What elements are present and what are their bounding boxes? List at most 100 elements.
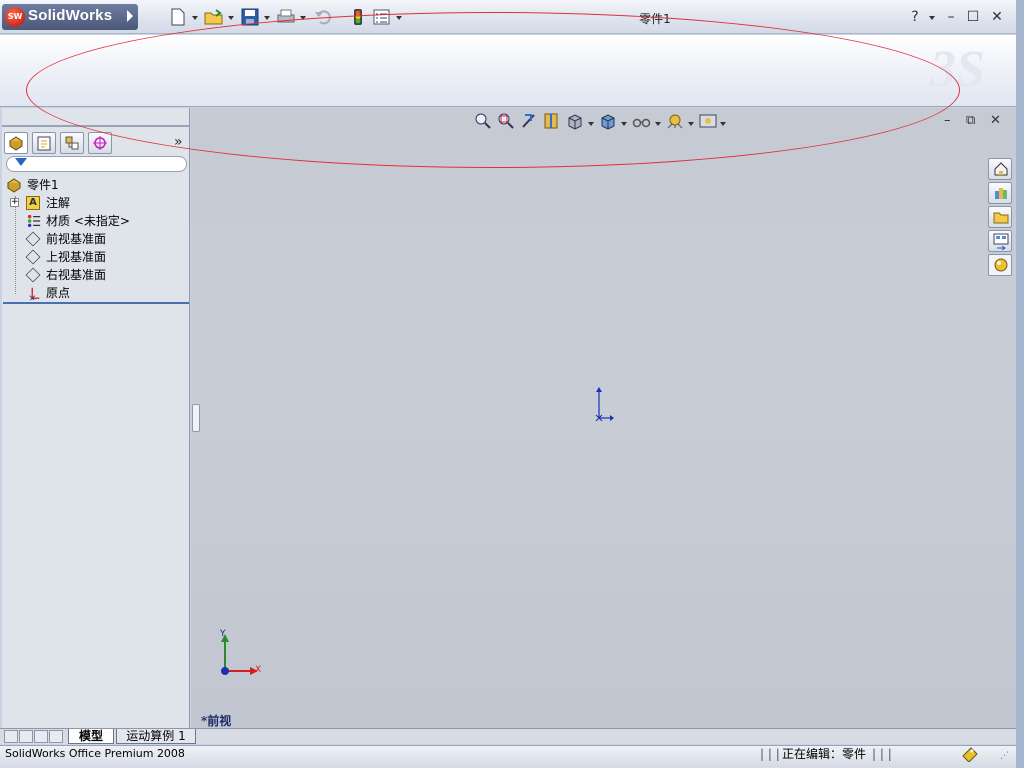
- tree-item-label: 上视基准面: [46, 250, 107, 264]
- tab-configurationmanager[interactable]: [60, 132, 84, 154]
- solidworks-resources-icon: [994, 162, 1008, 176]
- manager-tabs: »: [4, 132, 188, 154]
- undo-icon[interactable]: [314, 8, 332, 26]
- tree-item-front-plane[interactable]: 前视基准面: [0, 230, 188, 248]
- open-folder-icon[interactable]: [204, 8, 224, 26]
- task-tab-file-explorer[interactable]: [988, 206, 1012, 228]
- file-explorer-icon: [993, 212, 1009, 224]
- app-name: SolidWorks: [28, 7, 113, 24]
- edit-appearance-dropdown-icon[interactable]: [688, 122, 694, 126]
- apply-scene-icon[interactable]: [698, 112, 718, 130]
- expand-toggle-icon[interactable]: +: [10, 198, 19, 207]
- new-document-icon[interactable]: [170, 8, 186, 26]
- options-dropdown-arrow-icon[interactable]: [396, 16, 402, 20]
- doc-minimize-button[interactable]: –: [944, 113, 958, 129]
- command-manager: [0, 35, 1016, 107]
- display-style-icon[interactable]: [599, 112, 617, 130]
- view-orientation-icon[interactable]: [566, 112, 584, 130]
- status-product: SolidWorks Office Premium 2008: [5, 747, 185, 760]
- quick-tips-icon[interactable]: [961, 746, 979, 762]
- tab-propertymanager[interactable]: [32, 132, 56, 154]
- tree-item-right-plane[interactable]: 右视基准面: [0, 266, 188, 284]
- origin-marker-icon: [595, 387, 614, 422]
- tab-motion-study[interactable]: 运动算例 1: [116, 729, 196, 744]
- tab-featuremanager[interactable]: [4, 132, 28, 154]
- design-library-icon: [995, 188, 1007, 199]
- task-tab-view-palette[interactable]: [988, 230, 1012, 252]
- hide-show-items-icon[interactable]: [632, 112, 652, 130]
- triad-x-label: X: [255, 665, 262, 675]
- options-icon[interactable]: [373, 8, 391, 26]
- tree-item-material[interactable]: 材质 <未指定>: [0, 212, 188, 230]
- minimize-button[interactable]: –: [942, 8, 960, 26]
- appearances-icon: [994, 258, 1008, 272]
- task-tab-design-library[interactable]: [988, 182, 1012, 204]
- zoom-to-area-icon[interactable]: [497, 112, 515, 130]
- open-dropdown-arrow-icon[interactable]: [228, 16, 234, 20]
- close-button[interactable]: ✕: [988, 8, 1006, 26]
- doc-restore-button[interactable]: ⧉: [966, 113, 982, 129]
- resize-grip-icon[interactable]: ⋰: [1000, 750, 1012, 762]
- status-separator: | | |: [760, 747, 780, 761]
- tree-item-label: 前视基准面: [46, 232, 107, 246]
- configurationmanager-icon: [65, 136, 79, 150]
- tree-root[interactable]: 零件1: [0, 176, 188, 194]
- tree-item-label: 原点: [46, 286, 71, 300]
- panel-collapse-handle[interactable]: [192, 404, 200, 432]
- tab-model[interactable]: 模型: [68, 729, 114, 744]
- print-dropdown-arrow-icon[interactable]: [300, 16, 306, 20]
- new-dropdown-arrow-icon[interactable]: [192, 16, 198, 20]
- save-icon[interactable]: [241, 8, 259, 26]
- help-dropdown-arrow-icon[interactable]: [929, 16, 935, 20]
- filter-icon: [15, 158, 27, 166]
- view-name-label: *前视: [201, 714, 232, 728]
- tree-item-annotations[interactable]: + A 注解: [0, 194, 188, 212]
- tree-item-top-plane[interactable]: 上视基准面: [0, 248, 188, 266]
- zoom-to-fit-icon[interactable]: [474, 112, 492, 130]
- print-icon[interactable]: [276, 8, 296, 26]
- hide-show-dropdown-icon[interactable]: [655, 122, 661, 126]
- propertymanager-icon: [37, 136, 51, 151]
- tree-item-label: 材质 <未指定>: [46, 214, 130, 228]
- solidworks-logo-icon: SW: [5, 7, 25, 27]
- triad-y-label: Y: [220, 629, 226, 639]
- apply-scene-dropdown-icon[interactable]: [720, 122, 726, 126]
- annotations-icon: A: [26, 196, 40, 210]
- window-edge: [1016, 0, 1024, 768]
- dassault-logo-icon: 3S: [930, 41, 985, 98]
- plane-icon: [25, 249, 41, 265]
- doc-close-button[interactable]: ✕: [990, 113, 1006, 129]
- previous-view-icon[interactable]: [520, 112, 538, 130]
- task-tab-appearances[interactable]: [988, 254, 1012, 276]
- rollback-bar[interactable]: [3, 302, 189, 304]
- feature-filter-input[interactable]: [6, 156, 187, 172]
- tab-first-button[interactable]: [4, 730, 18, 743]
- rebuild-icon[interactable]: [352, 8, 364, 26]
- dimxpert-icon: [93, 136, 107, 150]
- edit-appearance-icon[interactable]: [665, 112, 685, 130]
- tree-root-label: 零件1: [27, 178, 59, 192]
- status-separator: | | |: [872, 747, 892, 761]
- title-bar: [0, 0, 1016, 34]
- plane-icon: [25, 231, 41, 247]
- tree-item-label: 右视基准面: [46, 268, 107, 282]
- part-icon: [7, 178, 21, 193]
- panel-expand-button[interactable]: »: [174, 134, 183, 150]
- tab-next-button[interactable]: [34, 730, 48, 743]
- save-dropdown-arrow-icon[interactable]: [264, 16, 270, 20]
- tab-dimxpert[interactable]: [88, 132, 112, 154]
- display-style-dropdown-icon[interactable]: [621, 122, 627, 126]
- tree-item-label: 注解: [46, 196, 71, 210]
- material-icon: [27, 214, 41, 228]
- help-button[interactable]: ?: [906, 8, 924, 26]
- view-orientation-dropdown-icon[interactable]: [588, 122, 594, 126]
- tree-item-origin[interactable]: 原点: [0, 284, 188, 302]
- task-tab-resources[interactable]: [988, 158, 1012, 180]
- section-view-icon[interactable]: [543, 112, 559, 130]
- menu-flyout-arrow-icon[interactable]: [127, 10, 133, 22]
- maximize-button[interactable]: ☐: [964, 8, 982, 26]
- tab-last-button[interactable]: [49, 730, 63, 743]
- view-palette-icon: [993, 233, 1009, 251]
- tab-prev-button[interactable]: [19, 730, 33, 743]
- panel-divider: [2, 125, 190, 127]
